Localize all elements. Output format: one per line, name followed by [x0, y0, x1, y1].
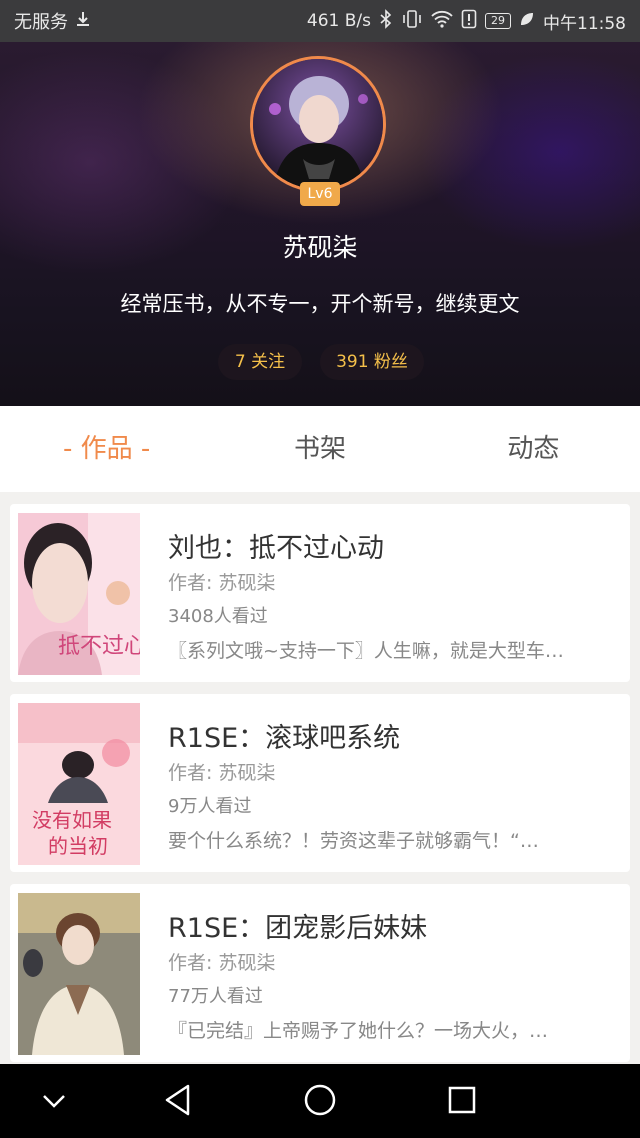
chevron-down-icon[interactable] — [40, 1082, 68, 1122]
cover-title: 抵不过心动 — [58, 634, 140, 659]
user-bio: 经常压书，从不专一，开个新号，继续更文 — [120, 292, 520, 316]
book-cover: 没有如果 的当初 — [18, 703, 140, 865]
book-title: R1SE：团宠影后妹妹 — [168, 913, 428, 944]
leaf-icon — [519, 11, 535, 32]
book-card[interactable]: 没有如果 的当初 R1SE：滚球吧系统 作者: 苏砚柒 9万人看过 要个什么系统… — [10, 694, 630, 872]
battery-indicator: 29 — [485, 13, 511, 29]
status-bar: 无服务 461 B/s 29 中午11:58 — [0, 0, 640, 42]
username: 苏砚柒 — [282, 233, 358, 262]
book-author: 作者: 苏砚柒 — [168, 572, 276, 594]
system-nav-bar — [0, 1064, 640, 1138]
book-author: 作者: 苏砚柒 — [168, 762, 276, 784]
profile-header: Lv6 苏砚柒 经常压书，从不专一，开个新号，继续更文 7 关注 391 粉丝 — [0, 42, 640, 406]
recent-square-icon[interactable] — [446, 1082, 478, 1122]
book-cover: 抵不过心动 — [18, 513, 140, 675]
book-title: R1SE：滚球吧系统 — [168, 723, 401, 754]
tab-bookshelf[interactable]: 书架 — [213, 406, 426, 492]
book-description: 要个什么系统？！劳资这辈子就够霸气！“… — [168, 830, 539, 852]
book-list: 抵不过心动 刘也：抵不过心动 作者: 苏砚柒 3408人看过 〖系列文哦~支持一… — [0, 492, 640, 1064]
book-description: 『已完结』上帝赐予了她什么？一场大火，… — [168, 1020, 549, 1042]
book-description: 〖系列文哦~支持一下〗人生嘛，就是大型车… — [168, 640, 564, 662]
tab-works[interactable]: - 作品 - — [0, 406, 213, 492]
tab-activity[interactable]: 动态 — [427, 406, 640, 492]
following-count[interactable]: 7 关注 — [218, 344, 302, 380]
profile-tabs: - 作品 - 书架 动态 — [0, 406, 640, 492]
book-title: 刘也：抵不过心动 — [168, 533, 384, 564]
wifi-icon — [431, 10, 453, 33]
book-card[interactable]: 抵不过心动 刘也：抵不过心动 作者: 苏砚柒 3408人看过 〖系列文哦~支持一… — [10, 504, 630, 682]
bluetooth-icon — [379, 8, 393, 34]
cover-title-line2: 的当初 — [48, 834, 108, 858]
download-icon — [74, 10, 92, 33]
cover-title-line1: 没有如果 — [32, 808, 112, 832]
carrier-text: 无服务 — [14, 12, 68, 33]
book-views: 3408人看过 — [168, 606, 268, 627]
home-circle-icon[interactable] — [303, 1082, 337, 1122]
fans-count[interactable]: 391 粉丝 — [320, 344, 424, 380]
level-badge: Lv6 — [300, 182, 340, 206]
vibrate-icon — [401, 9, 423, 34]
book-cover — [18, 893, 140, 1055]
clock: 中午11:58 — [543, 13, 626, 34]
book-views: 9万人看过 — [168, 796, 252, 817]
avatar[interactable] — [250, 56, 386, 192]
net-speed: 461 B/s — [306, 11, 371, 31]
book-author: 作者: 苏砚柒 — [168, 952, 276, 974]
book-card[interactable]: R1SE：团宠影后妹妹 作者: 苏砚柒 77万人看过 『已完结』上帝赐予了她什么… — [10, 884, 630, 1062]
alert-icon — [461, 9, 477, 34]
book-views: 77万人看过 — [168, 986, 263, 1007]
back-triangle-icon[interactable] — [162, 1082, 194, 1122]
